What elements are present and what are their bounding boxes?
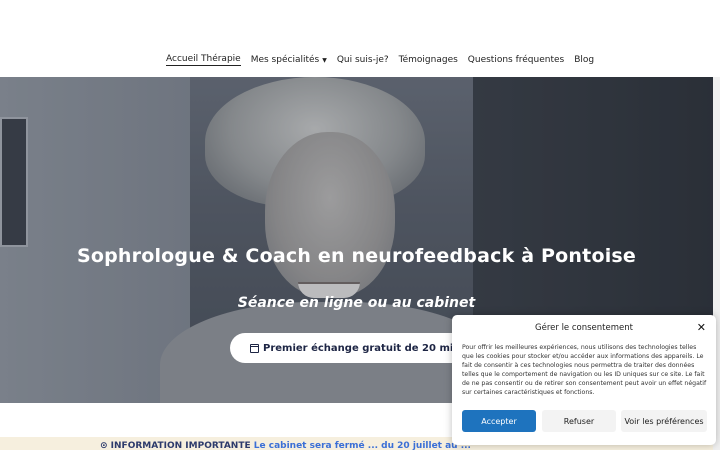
preferences-button[interactable]: Voir les préférences: [621, 410, 707, 432]
site-header: Accueil Thérapie Mes spécialités ▼ Qui su…: [0, 0, 720, 77]
cookie-title: Gérer le consentement: [535, 323, 633, 333]
menu-item-label: Questions fréquentes: [467, 55, 565, 65]
menu-item-label: Qui suis-je?: [336, 55, 389, 65]
menu-item-specialites[interactable]: Mes spécialités ▼: [251, 54, 327, 66]
refuse-button[interactable]: Refuser: [542, 410, 616, 432]
menu-item-faq[interactable]: Questions fréquentes: [468, 54, 564, 66]
accept-button[interactable]: Accepter: [462, 410, 536, 432]
calendar-icon: [250, 343, 259, 353]
info-banner-detail: Le cabinet sera fermé ... du 20 juillet …: [250, 441, 471, 450]
free-call-button[interactable]: Premier échange gratuit de 20 minutes: [230, 333, 490, 363]
hero-subtitle: Séance en ligne ou au cabinet: [237, 295, 476, 311]
menu-item-label: Blog: [574, 55, 595, 65]
menu-item-label: Accueil Thérapie: [166, 54, 241, 66]
cookie-body-text: Pour offrir les meilleures expériences, …: [462, 344, 707, 396]
menu-item-label: Témoignages: [398, 55, 458, 65]
menu-item-accueil[interactable]: Accueil Thérapie: [166, 54, 241, 66]
menu-item-blog[interactable]: Blog: [574, 54, 594, 66]
menu-item-label: Mes spécialités: [250, 55, 320, 65]
chevron-down-icon: ▼: [322, 56, 327, 64]
main-menu: Accueil Thérapie Mes spécialités ▼ Qui su…: [166, 54, 604, 66]
menu-item-temoignages[interactable]: Témoignages: [399, 54, 458, 66]
hero-title: Sophrologue & Coach en neurofeedback à P…: [76, 245, 637, 267]
info-banner-text: ⊙ INFORMATION IMPORTANTE Le cabinet sera…: [100, 441, 471, 450]
info-banner-title: ⊙ INFORMATION IMPORTANTE: [100, 441, 251, 450]
cookie-consent-dialog: Gérer le consentement ✕ Pour offrir les …: [452, 315, 716, 445]
menu-item-qui-suis-je[interactable]: Qui suis-je?: [337, 54, 389, 66]
close-icon[interactable]: ✕: [697, 321, 706, 334]
